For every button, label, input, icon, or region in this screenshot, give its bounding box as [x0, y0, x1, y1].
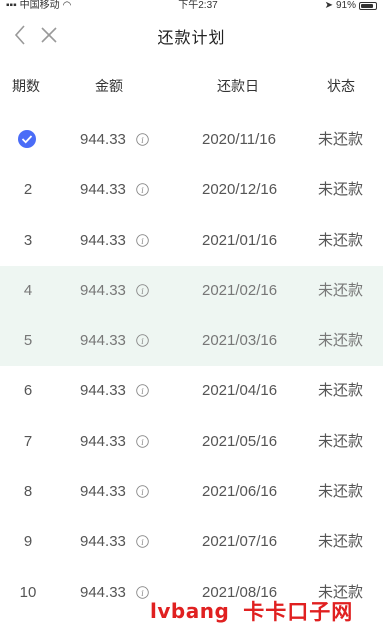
table-row[interactable]: 9 944.33 i 2021/07/16 未还款: [0, 517, 383, 567]
battery-percent: 91%: [335, 0, 356, 11]
header-period: 期数: [12, 78, 40, 94]
amount: 944.33: [80, 583, 126, 601]
status-label: 未还款: [318, 231, 364, 249]
nav-bar: 还款计划: [0, 14, 383, 58]
info-icon[interactable]: i: [136, 384, 149, 398]
amount: 944.33: [80, 483, 126, 501]
status-label: 未还款: [318, 483, 364, 501]
amount: 944.33: [80, 231, 126, 249]
check-circle-icon: [18, 130, 36, 148]
due-date: 2021/05/16: [202, 432, 278, 450]
svg-text:i: i: [141, 589, 144, 598]
due-date: 2021/04/16: [202, 382, 278, 400]
due-date: 2020/11/16: [202, 131, 276, 148]
page-title: 还款计划: [157, 30, 226, 47]
amount: 944.33: [80, 281, 126, 299]
info-icon[interactable]: i: [136, 133, 149, 146]
info-icon[interactable]: i: [136, 233, 149, 247]
table-row[interactable]: 6 944.33 i 2021/04/16 未还款: [0, 366, 383, 416]
amount: 944.33: [80, 533, 126, 551]
status-label: 未还款: [318, 131, 364, 148]
status-label: 未还款: [318, 432, 364, 450]
amount: 944.33: [80, 131, 126, 148]
svg-text:i: i: [141, 287, 144, 296]
period-number: 4: [23, 281, 33, 299]
svg-text:i: i: [141, 186, 144, 195]
due-date: 2021/06/16: [202, 483, 278, 501]
chevron-left-icon[interactable]: [10, 22, 32, 48]
amount: 944.33: [80, 432, 126, 450]
info-icon[interactable]: i: [136, 535, 149, 549]
due-date: 2021/01/16: [202, 231, 278, 249]
info-icon[interactable]: i: [136, 485, 149, 498]
table-row[interactable]: 5 944.33 i 2021/03/16 未还款: [0, 316, 383, 367]
status-label: 未还款: [318, 181, 364, 199]
period-number: 10: [19, 583, 37, 601]
due-date: 2021/02/16: [202, 281, 278, 299]
amount: 944.33: [80, 382, 126, 400]
location-icon: ➤: [324, 0, 333, 11]
carrier-name: 中国移动: [19, 0, 60, 11]
wifi-icon: ◠: [62, 0, 72, 11]
status-label: 未还款: [318, 281, 364, 299]
period-number: 5: [23, 332, 33, 350]
clock: 下午2:37: [178, 0, 218, 11]
amount: 944.33: [80, 181, 126, 199]
period-number: 3: [23, 231, 33, 249]
status-label: 未还款: [318, 533, 364, 551]
table-row[interactable]: 2 944.33 i 2020/12/16 未还款: [0, 165, 383, 215]
status-label: 未还款: [318, 382, 364, 400]
svg-text:i: i: [141, 438, 144, 447]
header-due-date: 还款日: [217, 78, 259, 94]
status-label: 未还款: [318, 332, 364, 350]
table-row[interactable]: 7 944.33 i 2021/05/16 未还款: [0, 417, 383, 467]
repayment-list: 944.33 i 2020/11/16 未还款 2 944.33 i 2020/…: [0, 115, 383, 618]
table-header: 期数 金额 还款日 状态: [0, 62, 383, 106]
close-icon[interactable]: [38, 23, 60, 47]
info-icon[interactable]: i: [136, 435, 149, 448]
signal-icon: ▪▪▪: [6, 0, 17, 11]
info-icon[interactable]: i: [136, 334, 149, 347]
amount: 944.33: [80, 332, 126, 350]
due-date: 2021/07/16: [202, 533, 278, 551]
period-number: 2: [23, 181, 33, 199]
svg-text:i: i: [141, 538, 144, 547]
svg-text:i: i: [141, 237, 144, 246]
svg-text:i: i: [141, 488, 144, 497]
svg-text:i: i: [141, 387, 144, 396]
due-date: 2021/03/16: [202, 332, 278, 350]
period-number: 9: [23, 533, 33, 551]
table-row[interactable]: 8 944.33 i 2021/06/16 未还款: [0, 467, 383, 517]
table-row[interactable]: 4 944.33 i 2021/02/16 未还款: [0, 265, 383, 317]
due-date: 2020/12/16: [202, 181, 278, 199]
info-icon[interactable]: i: [136, 585, 149, 599]
header-amount: 金额: [95, 78, 123, 94]
svg-text:i: i: [141, 136, 144, 145]
table-row[interactable]: 944.33 i 2020/11/16 未还款: [0, 115, 383, 165]
period-number: 8: [23, 483, 33, 501]
period-number: 6: [23, 382, 33, 400]
table-row[interactable]: 3 944.33 i 2021/01/16 未还款: [0, 216, 383, 266]
watermark-latin-text: lvbang: [150, 599, 230, 623]
period-number: 7: [23, 432, 33, 450]
svg-text:i: i: [141, 337, 144, 346]
status-bar: ▪▪▪ 中国移动 ◠ 下午2:37 ➤ 91%: [0, 0, 383, 12]
battery-icon: [359, 2, 377, 10]
header-status: 状态: [327, 78, 355, 94]
info-icon[interactable]: i: [136, 183, 149, 197]
watermark: lvbang 卡卡口子网: [150, 597, 353, 625]
watermark-chinese-text: 卡卡口子网: [243, 599, 354, 624]
info-icon[interactable]: i: [136, 284, 149, 297]
